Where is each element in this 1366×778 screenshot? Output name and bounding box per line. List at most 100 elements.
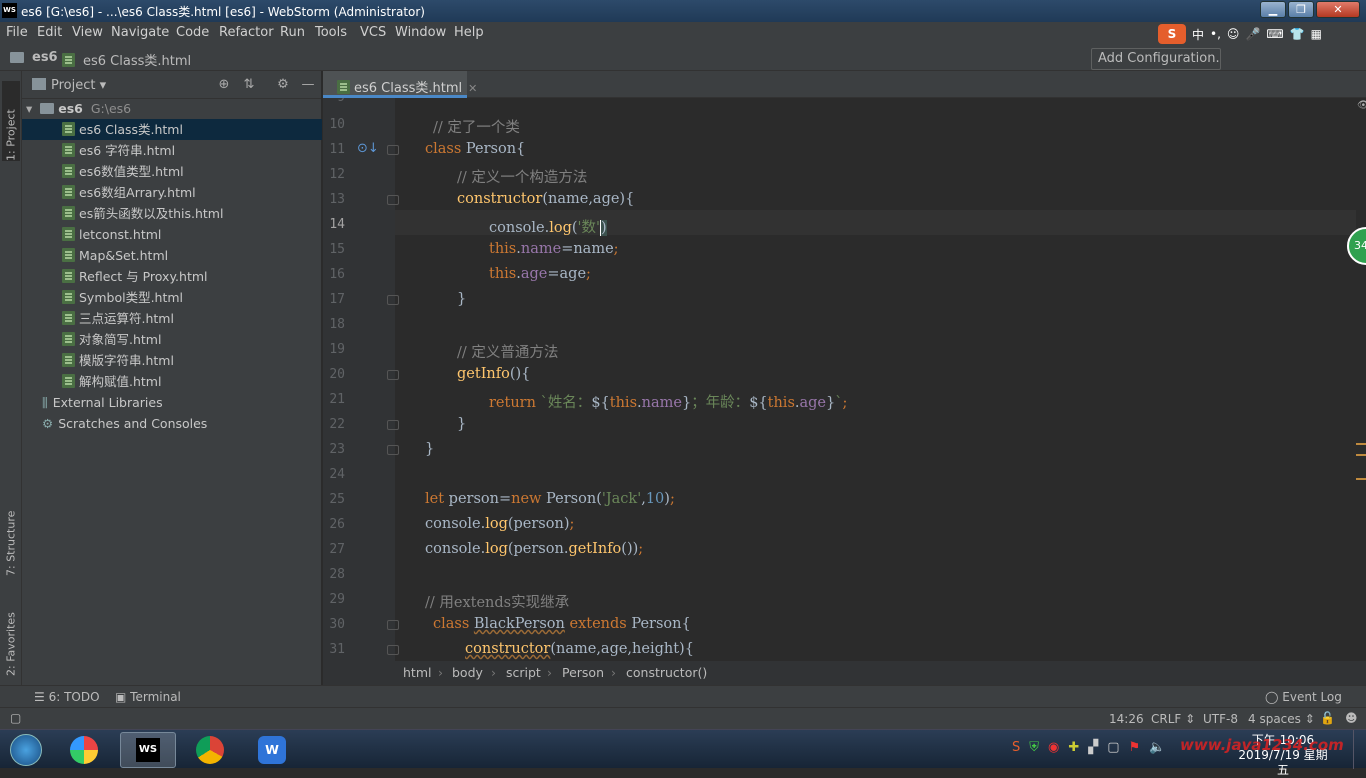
ime-menu-icon[interactable]: ▦ — [1311, 27, 1322, 41]
structure-tool-tab[interactable]: 7: Structure — [2, 496, 20, 576]
menu-tools[interactable]: Tools — [315, 25, 347, 40]
gear-icon[interactable]: ⚙ — [275, 77, 291, 93]
shield-icon[interactable]: ⛨ — [1029, 740, 1039, 755]
minimize-button[interactable]: ▁ — [1260, 1, 1286, 18]
menu-navigate[interactable]: Navigate — [111, 25, 169, 40]
error-stripe[interactable]: 👁 — [1356, 98, 1366, 661]
nav-file[interactable]: es6 Class类.html — [62, 50, 191, 69]
ime-skin-icon[interactable]: 👕 — [1290, 27, 1305, 41]
plus-tray-icon[interactable]: ✚ — [1068, 740, 1079, 755]
tree-file[interactable]: Map&Set.html — [22, 245, 322, 266]
fold-marker-icon[interactable] — [387, 145, 399, 155]
html-file-icon — [62, 332, 75, 346]
network-tray-icon[interactable]: ▞ — [1088, 740, 1098, 755]
crumb-script[interactable]: script — [506, 665, 541, 680]
sogou-logo-icon[interactable]: S — [1158, 24, 1186, 44]
tree-file[interactable]: es箭头函数以及this.html — [22, 203, 322, 224]
menu-refactor[interactable]: Refactor — [219, 25, 274, 40]
tree-root-es6[interactable]: ▾ es6 G:\es6 — [22, 98, 322, 119]
implemented-gutter-icon[interactable]: ⊙↓ — [357, 141, 379, 156]
tree-file[interactable]: letconst.html — [22, 224, 322, 245]
tree-file[interactable]: Reflect 与 Proxy.html — [22, 266, 322, 287]
taskbar-wps-icon[interactable]: W — [244, 732, 300, 768]
fold-marker-icon[interactable] — [387, 295, 399, 305]
menu-vcs[interactable]: VCS — [360, 25, 386, 40]
toggle-tool-windows-icon[interactable]: ▢ — [10, 711, 21, 725]
sogou-tray-icon[interactable]: S — [1012, 740, 1020, 755]
menu-help[interactable]: Help — [454, 25, 484, 40]
add-configuration-button[interactable]: Add Configuration... — [1091, 48, 1221, 70]
maximize-button[interactable]: ❐ — [1288, 1, 1314, 18]
fold-marker-icon[interactable] — [387, 420, 399, 430]
line-separator[interactable]: CRLF ⇕ — [1151, 712, 1195, 726]
eye-icon[interactable]: 👁 — [1357, 100, 1366, 111]
menu-run[interactable]: Run — [280, 25, 305, 40]
code-line: constructor(name,age){ — [457, 191, 635, 207]
title-bar: WS es6 [G:\es6] - ...\es6 Class类.html [e… — [0, 0, 1366, 22]
line-number: 18 — [329, 317, 345, 332]
menu-edit[interactable]: Edit — [37, 25, 62, 40]
tree-file[interactable]: es6数值类型.html — [22, 161, 322, 182]
file-encoding[interactable]: UTF-8 — [1203, 712, 1238, 726]
start-button[interactable] — [4, 732, 48, 768]
show-desktop-button[interactable] — [1353, 730, 1366, 769]
close-button[interactable]: ✕ — [1316, 1, 1360, 18]
ime-mic-icon[interactable]: 🎤 — [1245, 27, 1260, 41]
tree-file[interactable]: es6 字符串.html — [22, 140, 322, 161]
hide-panel-icon[interactable]: — — [300, 77, 316, 93]
nav-project[interactable]: es6 — [10, 50, 58, 65]
tree-file[interactable]: es6数组Arrary.html — [22, 182, 322, 203]
line-number: 26 — [329, 517, 345, 532]
favorites-tool-tab[interactable]: 2: Favorites — [2, 596, 20, 676]
caret-position[interactable]: 14:26 — [1109, 712, 1144, 726]
lock-icon[interactable]: 🔓 — [1320, 711, 1335, 725]
tree-file[interactable]: 三点运算符.html — [22, 308, 322, 329]
ime-language[interactable]: 中 — [1192, 26, 1204, 43]
tree-file[interactable]: es6 Class类.html — [22, 119, 322, 140]
ime-punct-icon[interactable]: •, — [1210, 27, 1221, 41]
tree-scratches[interactable]: ⚙ Scratches and Consoles — [22, 413, 322, 434]
project-tool-tab[interactable]: 1: Project — [2, 81, 20, 161]
flag-tray-icon[interactable]: ⚑ — [1129, 740, 1141, 755]
menu-code[interactable]: Code — [176, 25, 209, 40]
crumb-constructor[interactable]: constructor() — [626, 665, 707, 680]
fold-marker-icon[interactable] — [387, 370, 399, 380]
editor-tab[interactable]: es6 Class类.html ✕ — [323, 71, 477, 98]
ime-keyboard-icon[interactable]: ⌨ — [1266, 27, 1283, 41]
code-editor[interactable]: 9 10 11 12 13 14 15 16 17 18 19 20 21 22… — [323, 98, 1366, 661]
project-view-selector[interactable]: Project ▾ — [51, 78, 106, 93]
tree-external-libraries[interactable]: ⫼ External Libraries — [22, 392, 322, 413]
taskbar-webstorm-icon[interactable]: WS — [120, 732, 176, 768]
terminal-tool-button[interactable]: ▣ Terminal — [115, 690, 181, 704]
fold-marker-icon[interactable] — [387, 645, 399, 655]
event-log-button[interactable]: ◯ Event Log — [1265, 690, 1342, 704]
locate-icon[interactable]: ⊕ — [216, 77, 232, 93]
menu-file[interactable]: File — [6, 25, 28, 40]
crumb-html[interactable]: html — [403, 665, 431, 680]
speaker-tray-icon[interactable]: 🔈 — [1149, 740, 1165, 755]
display-tray-icon[interactable]: ▢ — [1107, 740, 1119, 755]
tree-file[interactable]: 模版字符串.html — [22, 350, 322, 371]
fold-marker-icon[interactable] — [387, 620, 399, 630]
todo-tool-button[interactable]: ☰ 6: TODO — [34, 690, 100, 704]
window-title: es6 [G:\es6] - ...\es6 Class类.html [es6]… — [21, 5, 425, 19]
tree-file[interactable]: 解构赋值.html — [22, 371, 322, 392]
fold-marker-icon[interactable] — [387, 445, 399, 455]
inspector-icon[interactable]: ☻ — [1345, 711, 1358, 725]
code-line: this.name=name; — [489, 241, 619, 257]
menu-view[interactable]: View — [72, 25, 103, 40]
security-tray-icon[interactable]: ◉ — [1048, 740, 1059, 755]
close-tab-icon[interactable]: ✕ — [468, 82, 477, 95]
taskbar-chrome-icon[interactable] — [182, 732, 238, 768]
collapse-all-icon[interactable]: ⇅ — [241, 77, 257, 93]
tree-file[interactable]: 对象简写.html — [22, 329, 322, 350]
ime-emoji-icon[interactable]: ☺ — [1227, 27, 1240, 41]
indent-setting[interactable]: 4 spaces ⇕ — [1248, 712, 1315, 726]
tree-file[interactable]: Symbol类型.html — [22, 287, 322, 308]
fold-marker-icon[interactable] — [387, 195, 399, 205]
html-file-icon — [62, 164, 75, 178]
crumb-body[interactable]: body — [452, 665, 483, 680]
menu-window[interactable]: Window — [395, 25, 446, 40]
crumb-person[interactable]: Person — [562, 665, 604, 680]
taskbar-app-icon[interactable] — [56, 732, 112, 768]
